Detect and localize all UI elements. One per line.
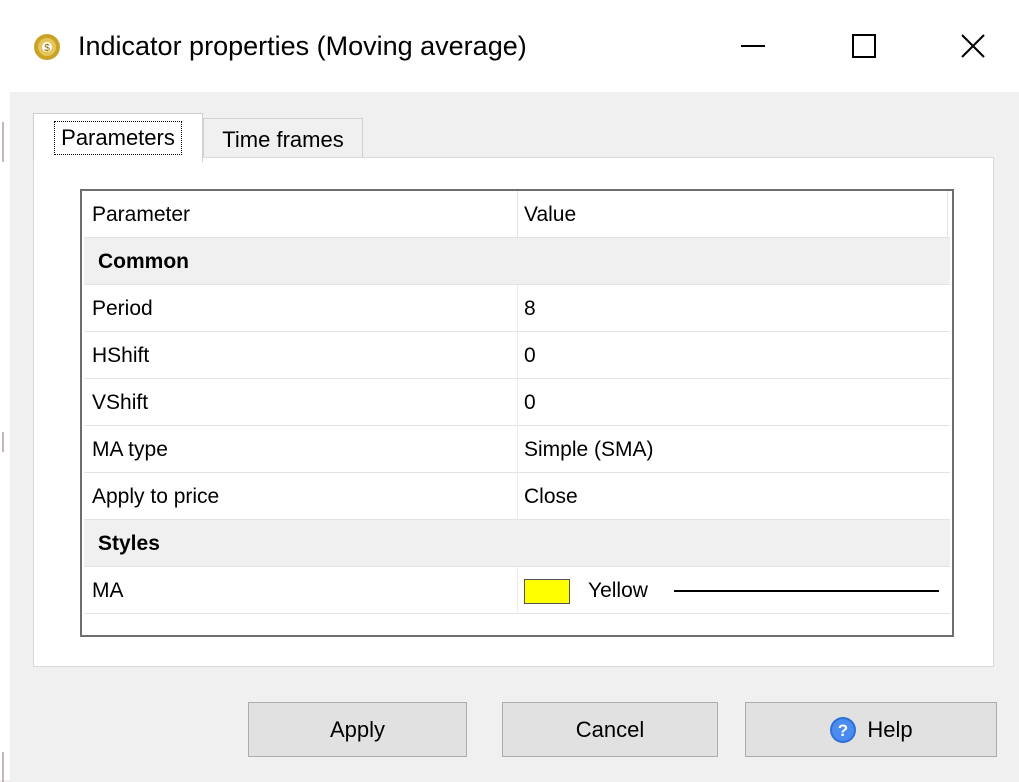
- maximize-icon: [852, 34, 876, 58]
- svg-text:?: ?: [838, 721, 848, 740]
- header-value[interactable]: Value: [524, 191, 576, 238]
- apply-button-label: Apply: [329, 716, 386, 742]
- gear-coin-icon: $: [34, 34, 60, 60]
- param-value[interactable]: Simple (SMA): [524, 426, 654, 473]
- maximize-button[interactable]: [833, 20, 895, 72]
- minimize-icon: [741, 45, 765, 47]
- tab-parameters-label: Parameters: [54, 121, 182, 155]
- param-name: Period: [92, 297, 153, 320]
- close-button[interactable]: [942, 20, 1004, 72]
- param-name: MA type: [92, 438, 168, 461]
- param-value[interactable]: 0: [524, 332, 536, 379]
- category-label: Common: [98, 250, 189, 273]
- background-window-edge: [0, 92, 10, 782]
- tab-time-frames[interactable]: Time frames: [203, 118, 363, 160]
- param-name: Apply to price: [92, 485, 220, 508]
- param-row-apply-to-price[interactable]: Apply to price Close: [84, 473, 950, 520]
- category-label: Styles: [98, 532, 160, 555]
- line-style-preview[interactable]: [674, 590, 939, 592]
- title-bar[interactable]: $ Indicator properties (Moving average): [0, 0, 1019, 92]
- header-parameter[interactable]: Parameter: [92, 191, 190, 238]
- param-name: VShift: [92, 391, 149, 414]
- help-button[interactable]: ? Help: [745, 702, 997, 757]
- color-name[interactable]: Yellow: [588, 567, 648, 614]
- close-icon: [961, 34, 985, 58]
- cancel-button-label: Cancel: [575, 716, 645, 742]
- help-button-label: Help: [867, 716, 913, 742]
- cancel-button[interactable]: Cancel: [502, 702, 718, 757]
- param-row-period[interactable]: Period 8: [84, 285, 950, 332]
- apply-button[interactable]: Apply: [248, 702, 467, 757]
- tab-parameters[interactable]: Parameters: [33, 113, 203, 162]
- param-value[interactable]: 0: [524, 379, 536, 426]
- style-row-ma[interactable]: MA Yellow: [84, 567, 950, 614]
- category-common[interactable]: Common: [84, 238, 950, 285]
- param-name: HShift: [92, 344, 150, 367]
- param-value[interactable]: Close: [524, 473, 578, 520]
- grid-header: Parameter Value: [84, 191, 950, 238]
- param-row-ma-type[interactable]: MA type Simple (SMA): [84, 426, 950, 473]
- param-row-hshift[interactable]: HShift 0: [84, 332, 950, 379]
- property-grid[interactable]: Parameter Value Common Period 8 HShift 0…: [80, 189, 954, 637]
- param-row-vshift[interactable]: VShift 0: [84, 379, 950, 426]
- param-value[interactable]: 8: [524, 285, 536, 332]
- color-swatch[interactable]: [524, 579, 570, 604]
- minimize-button[interactable]: [722, 20, 784, 72]
- help-icon: ?: [830, 716, 857, 743]
- window-title: Indicator properties (Moving average): [78, 31, 527, 61]
- style-name: MA: [92, 579, 124, 602]
- svg-text:$: $: [44, 43, 50, 54]
- tab-time-frames-label: Time frames: [222, 126, 344, 152]
- category-styles[interactable]: Styles: [84, 520, 950, 567]
